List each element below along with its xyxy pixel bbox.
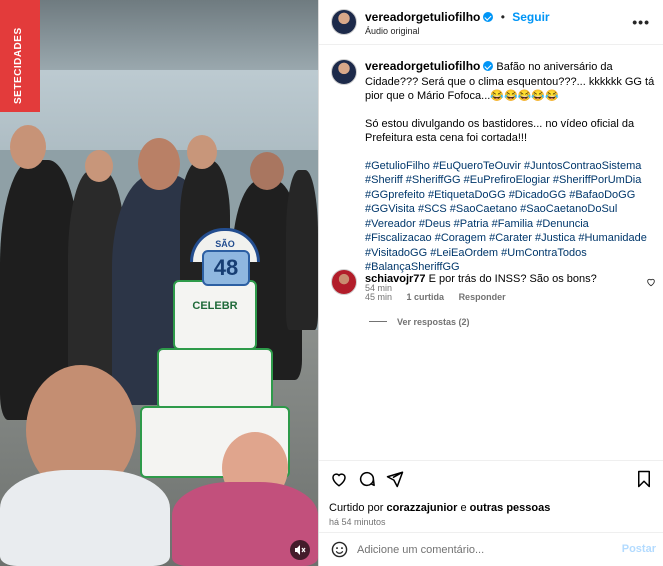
liked-prefix: Curtido por — [329, 502, 384, 514]
person-head — [187, 135, 217, 169]
comment-text: E por trás do INSS? São os bons? — [428, 273, 597, 285]
comment-input[interactable] — [357, 542, 597, 558]
emoji-icon[interactable] — [331, 541, 348, 558]
verified-badge-icon — [483, 12, 494, 22]
view-replies-label: Ver respostas (2) — [397, 317, 470, 327]
add-comment-bar: Postar — [319, 532, 663, 566]
post-comment-button[interactable]: Postar — [622, 543, 656, 555]
caption-line1: vereadorgetuliofilho Bafão no aniversári… — [365, 59, 655, 104]
background-roof — [0, 0, 318, 70]
post-actions: Curtido por corazzajunior e outras pesso… — [319, 460, 663, 530]
caption-username[interactable]: vereadorgetuliofilho — [365, 59, 480, 73]
mute-button[interactable] — [290, 540, 310, 560]
view-replies-line — [369, 321, 387, 322]
comment-likes[interactable]: 1 curtida — [407, 292, 445, 302]
cake-text: CELEBR — [192, 300, 238, 312]
caption: vereadorgetuliofilho Bafão no aniversári… — [365, 59, 655, 295]
comment: schiavojr77 E por trás do INSS? São os b… — [365, 273, 635, 285]
comment-like-heart-icon[interactable] — [646, 277, 656, 287]
overlay-shirt-left — [0, 470, 170, 566]
author-avatar[interactable] — [331, 9, 357, 35]
channel-tag-text: SETECIDADES — [13, 27, 24, 104]
share-send-icon[interactable] — [386, 470, 404, 488]
caption-avatar[interactable] — [331, 59, 357, 85]
commenter-username[interactable]: schiavojr77 — [365, 273, 426, 285]
person-head — [85, 150, 113, 182]
person-shape — [286, 170, 318, 330]
caption-hashtags[interactable]: #GetulioFilho #EuQueroTeOuvir #JuntosCon… — [365, 159, 655, 275]
commenter-avatar[interactable] — [331, 269, 357, 295]
person-head — [138, 138, 180, 190]
channel-tag: SETECIDADES — [0, 0, 40, 112]
comments-area[interactable]: vereadorgetuliofilho Bafão no aniversári… — [319, 46, 663, 460]
liked-others[interactable]: outras pessoas — [470, 502, 551, 514]
post-media[interactable]: CELEBR SÃO CAETANO 48 SETECIDADES — [0, 0, 318, 566]
comment-reply-button[interactable]: Responder — [459, 292, 506, 302]
author-username[interactable]: vereadorgetuliofilho — [365, 10, 480, 24]
view-replies-button[interactable]: Ver respostas (2) — [369, 317, 470, 327]
cake-number: 48 — [202, 250, 250, 286]
post-panel: vereadorgetuliofilho • Seguir Áudio orig… — [318, 0, 663, 566]
audio-label[interactable]: Áudio original — [365, 26, 420, 36]
speaker-muted-icon — [295, 545, 306, 555]
save-bookmark-icon[interactable] — [636, 470, 652, 488]
more-options-icon[interactable]: ••• — [632, 14, 650, 30]
verified-badge-icon — [483, 61, 494, 71]
caption-text-2: Só estou divulgando os bastidores... no … — [365, 117, 635, 145]
follow-button[interactable]: Seguir — [512, 10, 549, 24]
person-head — [250, 152, 284, 190]
comment-meta: 45 min 1 curtida Responder — [365, 292, 506, 302]
liked-suffix: e — [460, 502, 467, 514]
person-head — [10, 125, 46, 169]
post-time[interactable]: há 54 minutos — [329, 517, 386, 527]
cake-tier — [157, 348, 273, 410]
liked-user[interactable]: corazzajunior — [386, 502, 457, 514]
liked-by: Curtido por corazzajunior e outras pesso… — [329, 502, 550, 514]
comment-time: 45 min — [365, 292, 393, 302]
separator-dot: • — [500, 10, 505, 24]
cake-tier — [173, 280, 257, 350]
author-line: vereadorgetuliofilho • Seguir — [365, 10, 550, 24]
comment-bubble-icon[interactable] — [358, 470, 376, 488]
post-header: vereadorgetuliofilho • Seguir Áudio orig… — [319, 0, 663, 45]
like-heart-icon[interactable] — [330, 470, 348, 488]
video-frame: CELEBR SÃO CAETANO 48 SETECIDADES — [0, 0, 318, 566]
